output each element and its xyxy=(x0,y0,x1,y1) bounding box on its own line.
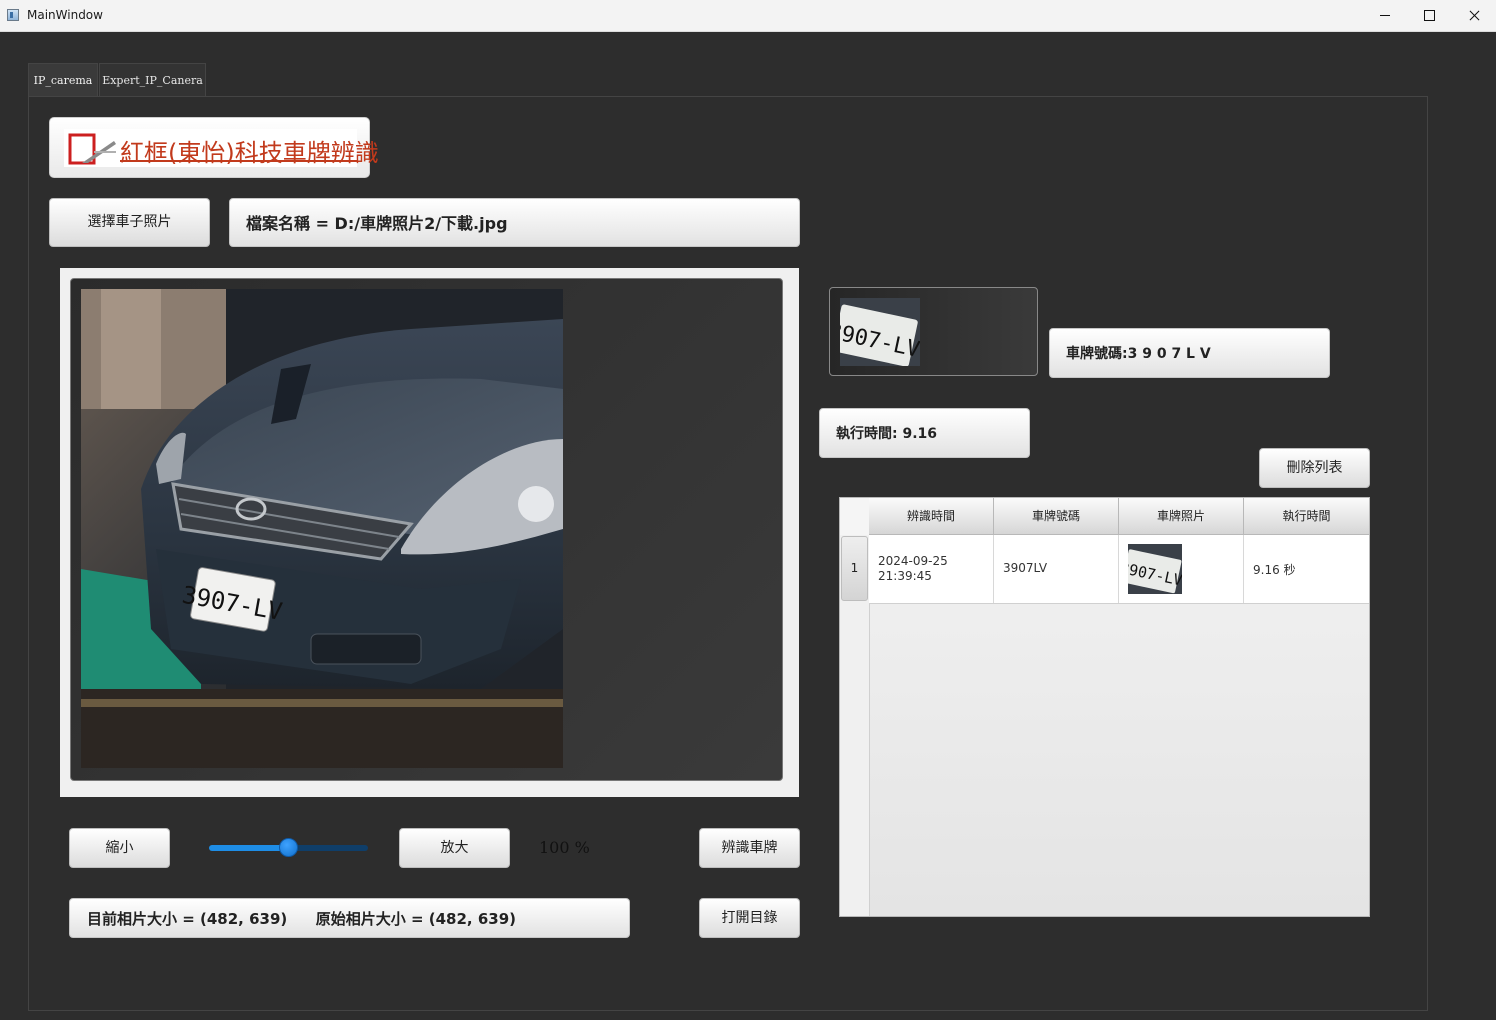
exec-time-field: 執行時間: 9.16 xyxy=(819,408,1030,458)
image-viewport[interactable]: 3907-LV xyxy=(70,278,783,781)
title-bar: MainWindow xyxy=(0,0,1496,32)
col-header-exec[interactable]: 執行時間 xyxy=(1244,498,1369,535)
recognize-plate-button[interactable]: 辨識車牌 xyxy=(699,828,800,868)
cell-plate-text: 3907LV xyxy=(1003,561,1048,575)
cell-plate-thumbnail: 3907-LV xyxy=(1128,544,1182,594)
company-logo: 紅框(東怡)科技車牌辨識 xyxy=(49,117,379,178)
minimize-button[interactable] xyxy=(1361,0,1407,31)
row-header[interactable]: 1 xyxy=(841,536,868,601)
cell-plate: 3907LV xyxy=(994,535,1119,603)
logo-mark-icon xyxy=(68,133,116,165)
open-directory-button[interactable]: 打開目錄 xyxy=(699,898,800,938)
car-photo: 3907-LV xyxy=(81,289,563,768)
col-header-photo[interactable]: 車牌照片 xyxy=(1119,498,1244,535)
close-button[interactable] xyxy=(1452,0,1496,31)
col-header-time[interactable]: 辨識時間 xyxy=(869,498,994,535)
window-title: MainWindow xyxy=(27,8,103,22)
tab-expert-ip-canera[interactable]: Expert_IP_Canera xyxy=(99,63,206,96)
table-row[interactable]: 2024-09-25 21:39:45 3907LV 3907-LV 9.16 … xyxy=(869,535,1369,604)
image-viewer: 3907-LV xyxy=(60,268,799,797)
current-size-label: 目前相片大小 = (482, 639) xyxy=(87,910,288,928)
logo-underline xyxy=(120,160,357,162)
tab-ip-carema[interactable]: IP_carema xyxy=(28,63,98,96)
original-size-label: 原始相片大小 = (482, 639) xyxy=(315,910,517,928)
select-photo-button[interactable]: 選擇車子照片 xyxy=(49,198,210,247)
table-corner xyxy=(840,498,870,536)
photo-size-field: 目前相片大小 = (482, 639) 原始相片大小 = (482, 639) xyxy=(69,898,630,938)
maximize-button[interactable] xyxy=(1406,0,1452,31)
file-name-field: 檔案名稱 = D:/車牌照片2/下載.jpg xyxy=(229,198,800,247)
zoom-percent-label: 100 % xyxy=(539,838,590,857)
cell-exec: 9.16 秒 xyxy=(1244,535,1369,603)
cell-photo: 3907-LV xyxy=(1119,535,1244,603)
zoom-in-button[interactable]: 放大 xyxy=(399,828,510,868)
plate-crop-image: 3907-LV xyxy=(840,298,920,366)
cell-time: 2024-09-25 21:39:45 xyxy=(869,535,994,603)
plate-number-field: 車牌號碼:3 9 0 7 L V xyxy=(1049,328,1330,378)
cell-date: 2024-09-25 xyxy=(878,554,948,568)
app-icon xyxy=(7,9,19,21)
cell-clock: 21:39:45 xyxy=(878,569,932,583)
zoom-out-button[interactable]: 縮小 xyxy=(69,828,170,868)
cell-exec-text: 9.16 秒 xyxy=(1253,563,1296,577)
zoom-slider-thumb[interactable] xyxy=(279,838,298,857)
logo-text: 紅框(東怡)科技車牌辨識 xyxy=(120,139,379,167)
results-table[interactable]: 辨識時間 車牌號碼 車牌照片 執行時間 1 2024-09-25 21:39:4… xyxy=(839,497,1370,917)
clear-list-button[interactable]: 刪除列表 xyxy=(1259,448,1370,488)
plate-crop-preview: 3907-LV xyxy=(829,287,1038,376)
col-header-plate[interactable]: 車牌號碼 xyxy=(994,498,1119,535)
